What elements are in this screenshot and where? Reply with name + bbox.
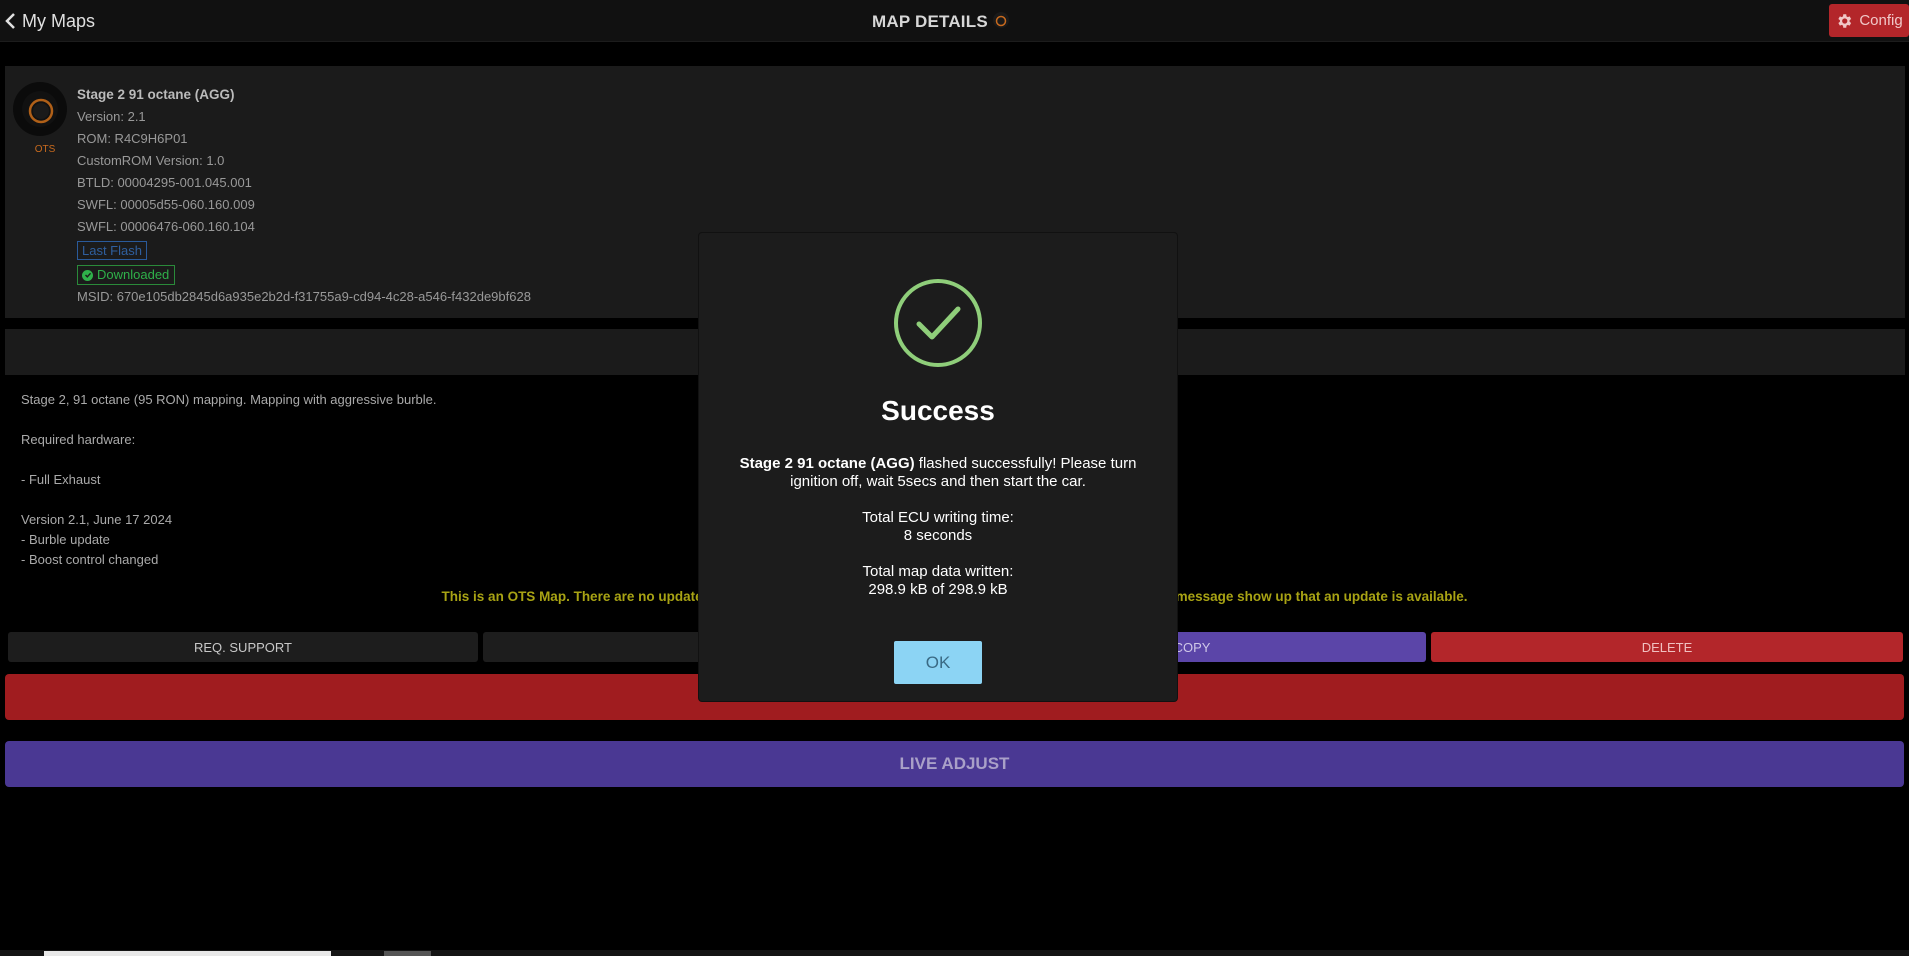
ecu-time-label: Total ECU writing time: (862, 509, 1014, 526)
map-msid: MSID: 670e105db2845d6a935e2b2d-f31755a9-… (77, 289, 531, 304)
map-btld: BTLD: 00004295-001.045.001 (77, 175, 252, 190)
live-adjust-button[interactable]: LIVE ADJUST (5, 741, 1904, 787)
config-button[interactable]: Config (1829, 4, 1909, 37)
map-swfl-2: SWFL: 00006476-060.160.104 (77, 219, 255, 234)
map-name: Stage 2 91 octane (AGG) (77, 87, 235, 102)
description-line: - Burble update (21, 532, 110, 547)
dialog-body: Stage 2 91 octane (AGG) flashed successf… (719, 455, 1157, 617)
downloaded-label: Downloaded (97, 267, 170, 282)
top-bar: My Maps MAP DETAILS Config (0, 0, 1909, 42)
map-avatar (13, 82, 67, 136)
check-circle-icon (894, 279, 982, 367)
request-support-button[interactable]: REQ. SUPPORT (8, 632, 478, 662)
gear-icon (1838, 13, 1852, 28)
downloaded-badge: Downloaded (77, 265, 176, 285)
check-circle-icon (82, 269, 93, 281)
description-line: Required hardware: (21, 432, 136, 447)
config-label: Config (1859, 12, 1903, 29)
map-swfl-1: SWFL: 00005d55-060.160.009 (77, 197, 255, 212)
ok-button[interactable]: OK (894, 641, 982, 684)
ots-logo-icon (993, 12, 1009, 28)
back-button[interactable]: My Maps (4, 9, 95, 33)
description-line: - Full Exhaust (21, 472, 101, 487)
map-rom: ROM: R4C9H6P01 (77, 131, 188, 146)
ecu-time-info: Total ECU writing time: 8 seconds (719, 509, 1157, 545)
dialog-title: Success (881, 395, 995, 426)
avatar-caption: OTS (34, 144, 56, 155)
map-description: Stage 2, 91 octane (95 RON) mapping. Map… (21, 390, 437, 570)
map-custom-rom-version: CustomROM Version: 1.0 (77, 153, 225, 168)
scrollbar-segment (384, 951, 431, 956)
description-line: Version 2.1, June 17 2024 (21, 512, 173, 527)
map-version: Version: 2.1 (77, 109, 146, 124)
description-line: - Boost control changed (21, 552, 159, 567)
ots-logo-icon (22, 91, 58, 127)
notice-left: This is an OTS Map. There are no update (441, 589, 703, 604)
back-label: My Maps (22, 10, 96, 31)
flashed-map-name: Stage 2 91 octane (AGG) (739, 455, 915, 472)
page-title: MAP DETAILS (872, 12, 988, 31)
notice-right: message show up that an update is availa… (1175, 589, 1468, 604)
data-written-label: Total map data written: (862, 563, 1014, 580)
map-details: Stage 2 91 octane (AGG) Version: 2.1 ROM… (77, 84, 531, 308)
flash-result-message: Stage 2 91 octane (AGG) flashed successf… (719, 455, 1157, 491)
last-flash-badge: Last Flash (77, 241, 147, 260)
data-written-value: 298.9 kB of 298.9 kB (868, 581, 1008, 598)
delete-button[interactable]: DELETE (1431, 632, 1903, 662)
data-written-info: Total map data written: 298.9 kB of 298.9… (719, 563, 1157, 599)
chevron-left-icon (5, 13, 15, 29)
ecu-time-value: 8 seconds (903, 527, 973, 544)
success-dialog: Success Stage 2 91 octane (AGG) flashed … (699, 233, 1177, 701)
description-line: Stage 2, 91 octane (95 RON) mapping. Map… (21, 392, 437, 407)
scrollbar-thumb[interactable] (44, 951, 331, 956)
